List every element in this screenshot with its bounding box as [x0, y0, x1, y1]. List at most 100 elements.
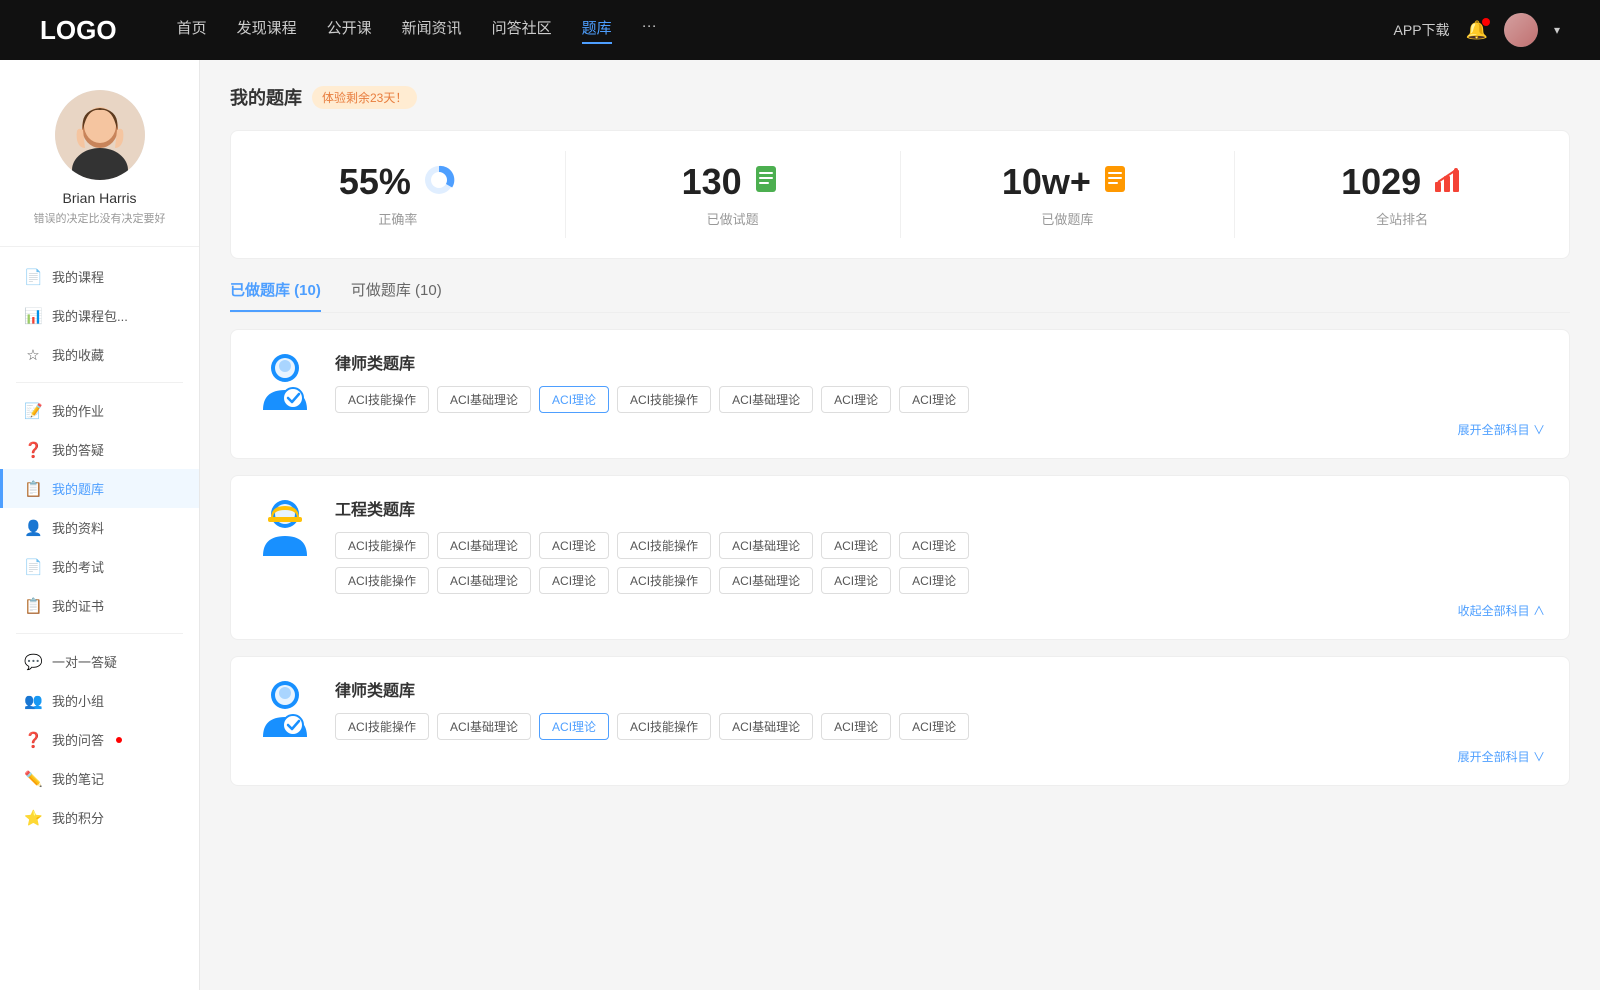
- tab-available-banks[interactable]: 可做题库 (10): [351, 279, 442, 312]
- eng-tag-11[interactable]: ACI技能操作: [617, 567, 711, 594]
- sidebar-item-cert[interactable]: 📋 我的证书: [0, 586, 199, 625]
- sidebar-item-packages[interactable]: 📊 我的课程包...: [0, 296, 199, 335]
- tabs-row: 已做题库 (10) 可做题库 (10): [230, 279, 1570, 313]
- logo: LOGO: [40, 15, 117, 46]
- law2-tag-7[interactable]: ACI理论: [899, 713, 969, 740]
- stat-done-questions-top: 130: [682, 161, 784, 203]
- nav-item-qa[interactable]: 问答社区: [492, 17, 552, 44]
- chevron-down-icon[interactable]: ▾: [1554, 23, 1560, 37]
- sidebar-item-group[interactable]: 👥 我的小组: [0, 681, 199, 720]
- collapse-engineer[interactable]: 收起全部科目 ∧: [335, 602, 1545, 619]
- pie-chart-icon: [421, 162, 457, 203]
- sidebar-item-qbank[interactable]: 📋 我的题库: [0, 469, 199, 508]
- tab-done-banks[interactable]: 已做题库 (10): [230, 279, 321, 312]
- eng-tag-14[interactable]: ACI理论: [899, 567, 969, 594]
- eng-tag-8[interactable]: ACI技能操作: [335, 567, 429, 594]
- qbank-icon: 📋: [24, 480, 42, 498]
- law2-tag-5[interactable]: ACI基础理论: [719, 713, 813, 740]
- divider-1: [16, 382, 183, 383]
- sidebar-item-favorites[interactable]: ☆ 我的收藏: [0, 335, 199, 374]
- sidebar-item-homework[interactable]: 📝 我的作业: [0, 391, 199, 430]
- tag-5[interactable]: ACI基础理论: [719, 386, 813, 413]
- law2-tag-6[interactable]: ACI理论: [821, 713, 891, 740]
- eng-tag-3[interactable]: ACI理论: [539, 532, 609, 559]
- sidebar-item-profile-label: 我的资料: [52, 518, 104, 537]
- tag-6[interactable]: ACI理论: [821, 386, 891, 413]
- nav-item-discover[interactable]: 发现课程: [237, 17, 297, 44]
- eng-tag-1[interactable]: ACI技能操作: [335, 532, 429, 559]
- law2-tag-4[interactable]: ACI技能操作: [617, 713, 711, 740]
- eng-tag-13[interactable]: ACI理论: [821, 567, 891, 594]
- sidebar-item-notes[interactable]: ✏️ 我的笔记: [0, 759, 199, 798]
- courses-icon: 📄: [24, 268, 42, 286]
- sidebar-item-tutoring-label: 一对一答疑: [52, 652, 117, 671]
- qbank-card-engineer: 工程类题库 ACI技能操作 ACI基础理论 ACI理论 ACI技能操作 ACI基…: [230, 475, 1570, 640]
- eng-tag-4[interactable]: ACI技能操作: [617, 532, 711, 559]
- page-title: 我的题库: [230, 84, 302, 110]
- eng-tag-6[interactable]: ACI理论: [821, 532, 891, 559]
- law2-tag-1[interactable]: ACI技能操作: [335, 713, 429, 740]
- sidebar-item-points[interactable]: ⭐ 我的积分: [0, 798, 199, 837]
- sidebar-item-qa[interactable]: ❓ 我的答疑: [0, 430, 199, 469]
- doc-green-icon: [752, 164, 784, 201]
- questions-dot: [116, 737, 122, 743]
- trial-badge: 体验剩余23天！: [312, 86, 417, 109]
- tag-2[interactable]: ACI基础理论: [437, 386, 531, 413]
- avatar-illustration: [55, 90, 145, 180]
- stat-ranking-label: 全站排名: [1376, 209, 1428, 228]
- expand-lawyer-1[interactable]: 展开全部科目 ∨: [335, 421, 1545, 438]
- qbank-content-engineer: 工程类题库 ACI技能操作 ACI基础理论 ACI理论 ACI技能操作 ACI基…: [335, 496, 1545, 619]
- questions-icon: ❓: [24, 731, 42, 749]
- tutoring-icon: 💬: [24, 653, 42, 671]
- divider-2: [16, 633, 183, 634]
- qa-icon: ❓: [24, 441, 42, 459]
- avatar[interactable]: [1504, 13, 1538, 47]
- stat-done-banks-value: 10w+: [1002, 161, 1091, 203]
- sidebar-profile: Brian Harris 错误的决定比没有决定要好: [0, 80, 199, 247]
- nav-item-home[interactable]: 首页: [177, 17, 207, 44]
- qbank-title-lawyer-1: 律师类题库: [335, 350, 1545, 374]
- sidebar-item-qbank-label: 我的题库: [52, 479, 104, 498]
- eng-tag-9[interactable]: ACI基础理论: [437, 567, 531, 594]
- stat-done-banks-top: 10w+: [1002, 161, 1133, 203]
- sidebar-item-cert-label: 我的证书: [52, 596, 104, 615]
- page-title-row: 我的题库 体验剩余23天！: [230, 84, 1570, 110]
- sidebar-item-questions[interactable]: ❓ 我的问答: [0, 720, 199, 759]
- sidebar-item-tutoring[interactable]: 💬 一对一答疑: [0, 642, 199, 681]
- qbank-content-lawyer-1: 律师类题库 ACI技能操作 ACI基础理论 ACI理论 ACI技能操作 ACI基…: [335, 350, 1545, 438]
- sidebar-item-exam[interactable]: 📄 我的考试: [0, 547, 199, 586]
- qbank-tags-lawyer-1: ACI技能操作 ACI基础理论 ACI理论 ACI技能操作 ACI基础理论 AC…: [335, 386, 1545, 413]
- sidebar-item-profile[interactable]: 👤 我的资料: [0, 508, 199, 547]
- law2-tag-3[interactable]: ACI理论: [539, 713, 609, 740]
- eng-tag-7[interactable]: ACI理论: [899, 532, 969, 559]
- law2-tag-2[interactable]: ACI基础理论: [437, 713, 531, 740]
- notification-bell-icon[interactable]: 🔔: [1466, 20, 1488, 41]
- nav-item-qbank[interactable]: 题库: [582, 17, 612, 44]
- tag-4[interactable]: ACI技能操作: [617, 386, 711, 413]
- eng-tag-2[interactable]: ACI基础理论: [437, 532, 531, 559]
- sidebar-item-packages-label: 我的课程包...: [52, 306, 128, 325]
- tag-7[interactable]: ACI理论: [899, 386, 969, 413]
- nav-item-news[interactable]: 新闻资讯: [402, 17, 462, 44]
- expand-lawyer-2[interactable]: 展开全部科目 ∨: [335, 748, 1545, 765]
- app-download-label[interactable]: APP下载: [1394, 20, 1450, 40]
- qbank-tags-engineer-row1: ACI技能操作 ACI基础理论 ACI理论 ACI技能操作 ACI基础理论 AC…: [335, 532, 1545, 559]
- eng-tag-12[interactable]: ACI基础理论: [719, 567, 813, 594]
- nav-item-open[interactable]: 公开课: [327, 17, 372, 44]
- sidebar-item-courses[interactable]: 📄 我的课程: [0, 257, 199, 296]
- chart-red-icon: [1431, 164, 1463, 201]
- main-content: 我的题库 体验剩余23天！ 55% 正确率: [200, 60, 1600, 990]
- nav-item-more[interactable]: ···: [642, 17, 657, 44]
- eng-tag-10[interactable]: ACI理论: [539, 567, 609, 594]
- nav-right: APP下载 🔔 ▾: [1394, 13, 1560, 47]
- stat-accuracy-label: 正确率: [378, 209, 417, 228]
- tag-1[interactable]: ACI技能操作: [335, 386, 429, 413]
- eng-tag-5[interactable]: ACI基础理论: [719, 532, 813, 559]
- stat-done-questions-value: 130: [682, 161, 742, 203]
- qbank-tags-lawyer-2: ACI技能操作 ACI基础理论 ACI理论 ACI技能操作 ACI基础理论 AC…: [335, 713, 1545, 740]
- qbank-tags-engineer-row2: ACI技能操作 ACI基础理论 ACI理论 ACI技能操作 ACI基础理论 AC…: [335, 567, 1545, 594]
- tag-3[interactable]: ACI理论: [539, 386, 609, 413]
- nav-menu: 首页 发现课程 公开课 新闻资讯 问答社区 题库 ···: [177, 17, 1394, 44]
- stat-done-banks: 10w+ 已做题库: [901, 151, 1236, 238]
- stat-accuracy-top: 55%: [339, 161, 457, 203]
